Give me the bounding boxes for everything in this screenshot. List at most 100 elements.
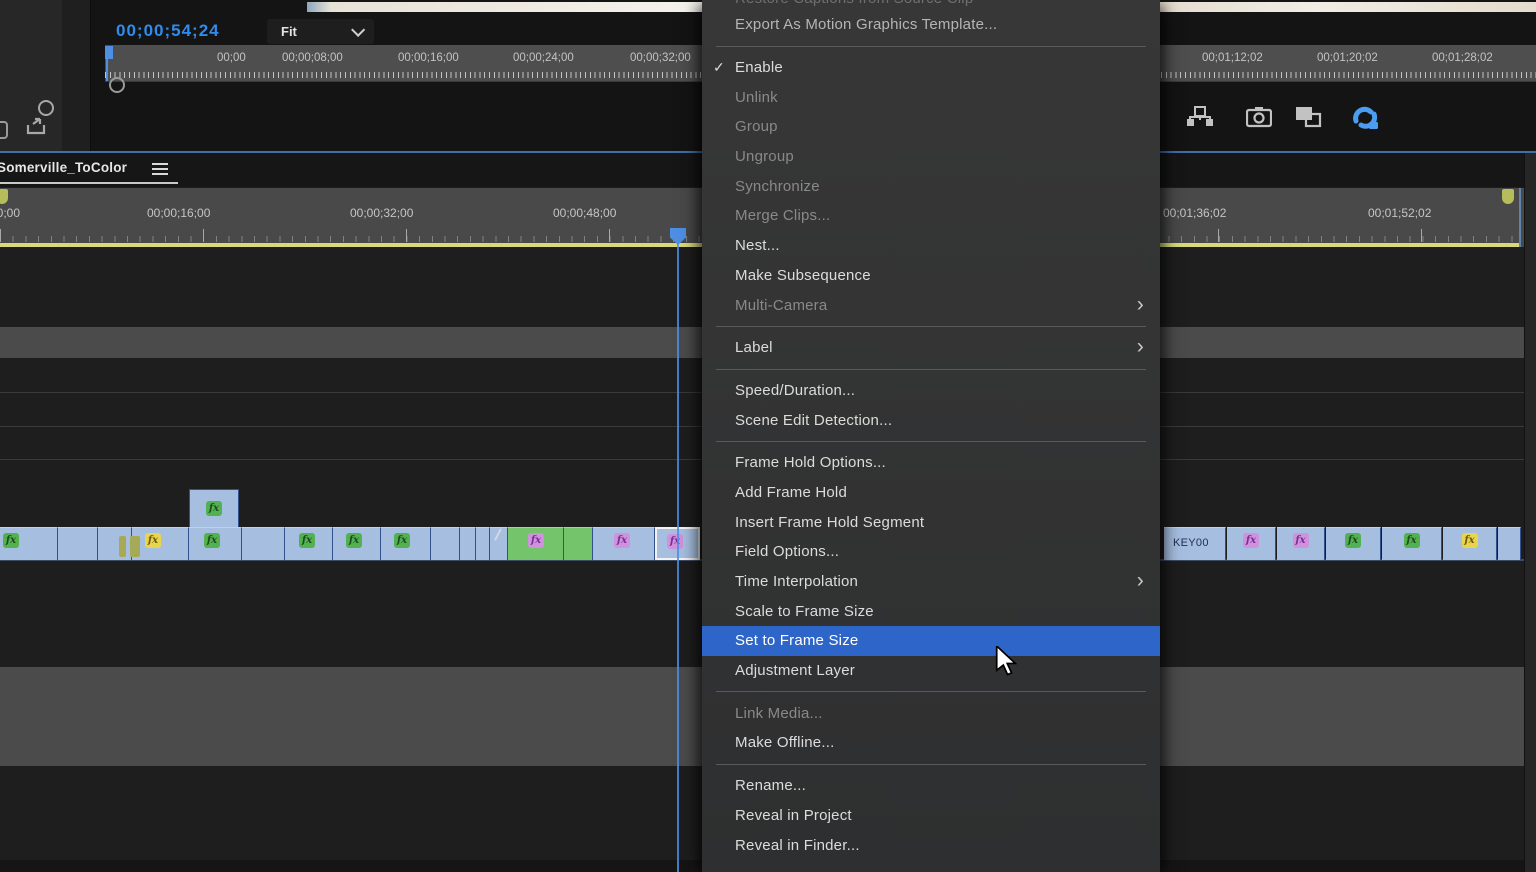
premiere-pro-window: 00;00;54;24 Fit 00;00 00;00;08;00 00;00;16… [0,0,1536,872]
zoom-level-dropdown[interactable]: Fit [267,19,374,44]
menu-item-scene-edit-detection[interactable]: Scene Edit Detection... [702,405,1160,435]
zoom-level-value: Fit [281,24,297,39]
timeline-clip[interactable] [242,527,285,560]
timeline-clip[interactable]: fx [333,527,381,560]
ring-icon[interactable] [38,100,54,116]
timeline-clip-key00[interactable]: KEY00 [1164,527,1226,560]
playhead-timecode[interactable]: 00;00;54;24 [116,21,220,41]
menu-item-label: Time Interpolation [735,573,859,591]
menu-separator [716,691,1146,693]
timecode-label-00-00-32-00: 00;00;32;00 [630,52,691,64]
camera-icon[interactable] [1246,106,1272,128]
timeline-clip[interactable]: fx [1382,527,1442,560]
timeline-clip[interactable]: fx [1443,527,1497,560]
timecode-label-00-00-16-00: 00;00;16;00 [147,206,211,220]
menu-item-insert-frame-hold-segment[interactable]: Insert Frame Hold Segment [702,507,1160,537]
source-panel-edge-inner [62,0,91,151]
sequence-tab[interactable]: Somerville_ToColor [0,160,127,175]
timeline-clip[interactable]: fx [132,527,189,560]
partial-icon [0,121,8,139]
ruler-knob-icon[interactable] [109,77,125,93]
comparison-view-icon[interactable] [1294,105,1324,130]
mouse-cursor-icon [995,646,1017,676]
timeline-clip[interactable] [58,527,98,560]
timecode-label-00-01-20-02: 00;01;20;02 [1317,52,1378,64]
timeline-clip[interactable]: fx [593,527,655,560]
menu-item-label: Ungroup [735,148,794,166]
panel-right-edge [1524,153,1536,872]
timecode-label-00-01-28-02: 00;01;28;02 [1432,52,1493,64]
clip-label: KEY00 [1173,537,1209,549]
clip-marker[interactable] [130,536,140,557]
menu-item-label: Frame Hold Options... [735,454,886,472]
menu-item-adjustment-layer[interactable]: Adjustment Layer [702,656,1160,686]
fx-badge-green: fx [394,533,410,548]
timeline-clip[interactable] [98,527,132,560]
menu-item-make-subsequence[interactable]: Make Subsequence [702,261,1160,291]
timeline-clip[interactable]: fx [1326,527,1381,560]
timeline-clip[interactable] [431,527,460,560]
menu-item-make-offline[interactable]: Make Offline... [702,728,1160,758]
timeline-clip[interactable]: fx [285,527,333,560]
timeline-clip[interactable] [1498,527,1521,560]
menu-item-group: Group [702,112,1160,142]
menu-separator [716,763,1146,765]
panel-menu-icon[interactable] [152,163,168,175]
menu-item-unlink: Unlink [702,82,1160,112]
export-icon[interactable] [25,116,49,136]
menu-item-multi-camera: Multi-Camera › [702,290,1160,320]
sequence-marker[interactable] [1502,189,1514,204]
sync-icon[interactable] [1350,105,1382,132]
clip-marker[interactable] [119,536,126,557]
menu-item-scale-to-frame-size[interactable]: Scale to Frame Size [702,596,1160,626]
menu-item-label: Label [735,339,773,357]
menu-item-label: Speed/Duration... [735,381,856,399]
fx-badge-green: fx [299,533,315,548]
menu-item-frame-hold-options[interactable]: Frame Hold Options... [702,448,1160,478]
menu-item-label: Make Offline... [735,734,835,752]
timeline-clip[interactable]: fx [1227,527,1276,560]
menu-item-label: Export As Motion Graphics Template... [735,16,998,34]
menu-item-label: Enable [735,59,783,77]
menu-item-label: Synchronize [735,177,820,195]
fx-badge-purple: fx [528,533,544,548]
fx-badge-green: fx [204,533,220,548]
timeline-clip[interactable] [460,527,476,560]
timecode-label-00-00-24-00: 00;00;24;00 [513,52,574,64]
menu-item-export-as-motion-graphics-template[interactable]: Export As Motion Graphics Template... [702,10,1160,40]
program-playhead-head[interactable] [105,46,113,59]
menu-item-label: Merge Clips... [735,207,831,225]
menu-item-speed-duration[interactable]: Speed/Duration... [702,376,1160,406]
fx-badge-yellow: fx [145,533,161,548]
timeline-clip[interactable] [476,527,490,560]
timeline-clip[interactable]: fx [508,527,564,560]
menu-item-reveal-in-finder[interactable]: Reveal in Finder... [702,830,1160,860]
timeline-clip[interactable]: fx [189,527,242,560]
fx-badge-green: fx [346,533,362,548]
timeline-clip[interactable]: fx [0,527,58,560]
menu-item-reveal-in-project[interactable]: Reveal in Project [702,801,1160,831]
fx-badge-green: fx [3,533,19,548]
menu-item-enable[interactable]: ✓ Enable [702,53,1160,83]
menu-item-rename[interactable]: Rename... [702,771,1160,801]
menu-item-label: Insert Frame Hold Segment [735,513,925,531]
menu-item-label: Multi-Camera [735,296,828,314]
menu-item-field-options[interactable]: Field Options... [702,537,1160,567]
sequence-end-edge [1519,188,1521,247]
menu-item-nest[interactable]: Nest... [702,231,1160,261]
timeline-clip[interactable]: fx [381,527,431,560]
menu-item-label: Adjustment Layer [735,662,855,680]
timecode-label-00-00-32-00: 00;00;32;00 [350,206,414,220]
timeline-clip[interactable] [564,527,593,560]
submenu-arrow-icon: › [1136,292,1144,316]
menu-item-time-interpolation[interactable]: Time Interpolation › [702,567,1160,597]
menu-item-add-frame-hold[interactable]: Add Frame Hold [702,478,1160,508]
timecode-label-00-01-52-02: 00;01;52;02 [1368,206,1432,220]
node-graph-icon[interactable] [1185,105,1215,129]
timecode-label-00-00-48-00: 00;00;48;00 [553,206,617,220]
menu-item-label: Reveal in Project [735,806,852,824]
menu-item-set-to-frame-size[interactable]: Set to Frame Size [702,626,1160,656]
timeline-clip[interactable]: fx [189,489,239,528]
menu-item-label[interactable]: Label › [702,333,1160,363]
timeline-clip[interactable]: fx [1277,527,1325,560]
